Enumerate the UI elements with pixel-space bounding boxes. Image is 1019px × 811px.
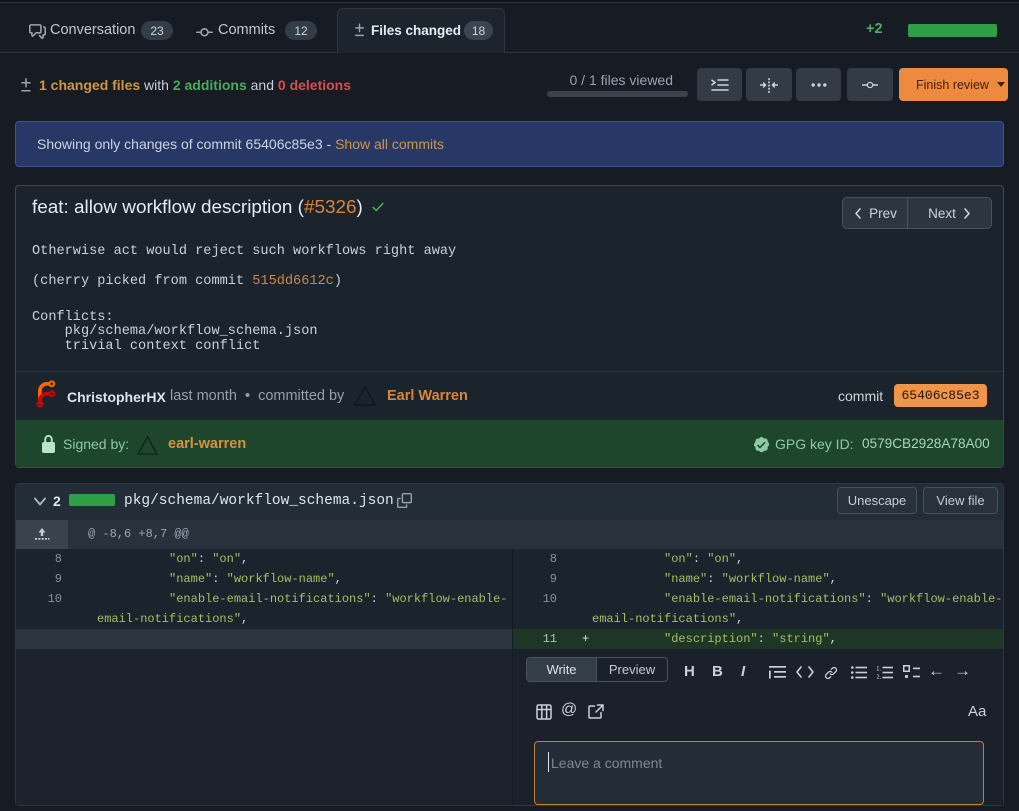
svg-text:1.: 1. (877, 666, 882, 673)
svg-text:2.: 2. (877, 674, 882, 679)
